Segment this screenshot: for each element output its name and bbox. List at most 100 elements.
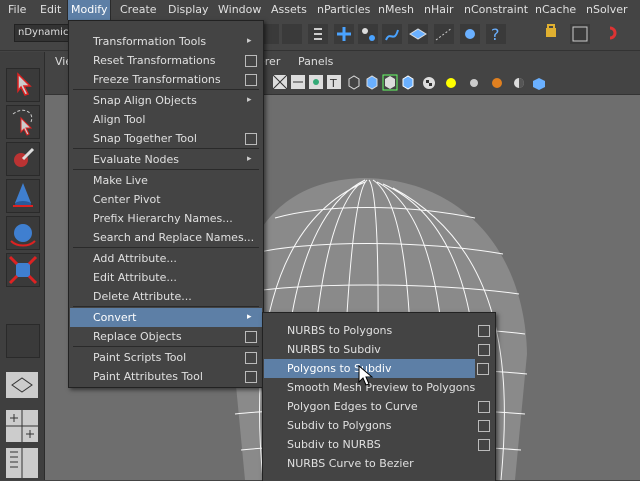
menu-edit[interactable]: Edit — [37, 0, 64, 20]
option-box-icon[interactable] — [245, 55, 257, 67]
modify-menu: Transformation Tools ▸ Reset Transformati… — [68, 20, 264, 388]
select-tool[interactable] — [6, 68, 40, 102]
menu-ncache[interactable]: nCache — [532, 0, 579, 20]
menu-item-delete-attribute[interactable]: Delete Attribute... — [70, 287, 262, 306]
menu-nhair[interactable]: nHair — [421, 0, 457, 20]
grid-toggle-icon[interactable] — [272, 74, 288, 90]
option-box-icon[interactable] — [478, 420, 490, 432]
shadows-icon[interactable] — [492, 78, 502, 88]
menu-item-transformation-tools[interactable]: Transformation Tools ▸ — [70, 32, 262, 51]
option-box-icon[interactable] — [478, 401, 490, 413]
menu-nsolver[interactable]: nSolver — [583, 0, 631, 20]
all-lights-icon[interactable] — [470, 79, 478, 87]
svg-text:?: ? — [491, 25, 500, 44]
toolbar-button[interactable] — [282, 24, 302, 44]
option-box-icon[interactable] — [478, 439, 490, 451]
menu-item-nurbs-to-polygons[interactable]: NURBS to Polygons — [264, 321, 494, 340]
perspective-layout-icon — [6, 372, 38, 398]
menu-item-label: NURBS Curve to Bezier — [287, 457, 414, 470]
isolate-select-icon[interactable] — [382, 74, 398, 91]
default-light-icon[interactable] — [446, 78, 456, 88]
menu-item-replace-objects[interactable]: Replace Objects — [70, 327, 262, 346]
menu-file[interactable]: File — [5, 0, 29, 20]
menu-item-label: Subdiv to NURBS — [287, 438, 381, 451]
menu-item-label: Freeze Transformations — [93, 73, 221, 86]
menu-item-snap-together-tool[interactable]: Snap Together Tool — [70, 129, 262, 148]
rotate-tool[interactable] — [6, 216, 40, 250]
shaded-wireframe-icon[interactable] — [402, 75, 414, 90]
menu-item-prefix-hierarchy-names[interactable]: Prefix Hierarchy Names... — [70, 209, 262, 228]
menu-item-subdiv-to-nurbs[interactable]: Subdiv to NURBS — [264, 435, 494, 454]
menu-item-freeze-transformations[interactable]: Freeze Transformations — [70, 70, 262, 89]
option-box-icon[interactable] — [245, 74, 257, 86]
help-icon[interactable]: ? — [486, 24, 506, 44]
texture-icon[interactable] — [309, 75, 323, 89]
menu-item-label: Subdiv to Polygons — [287, 419, 392, 432]
paint-select-tool[interactable] — [6, 142, 40, 176]
scale-tool[interactable] — [6, 253, 40, 287]
select-by-object-icon[interactable] — [358, 24, 378, 44]
menu-item-smooth-mesh-preview-to-polygons[interactable]: Smooth Mesh Preview to Polygons — [264, 378, 494, 397]
snap-to-grid-icon[interactable] — [408, 24, 428, 44]
brush-icon — [14, 147, 35, 167]
menu-item-evaluate-nodes[interactable]: Evaluate Nodes ▸ — [70, 150, 262, 169]
text-overlay-icon[interactable]: T — [327, 75, 341, 90]
option-box-icon[interactable] — [245, 331, 257, 343]
layout-single-pane[interactable] — [6, 372, 38, 398]
menu-item-paint-scripts-tool[interactable]: Paint Scripts Tool — [70, 348, 262, 367]
submenu-arrow-icon: ▸ — [247, 95, 252, 105]
menu-item-paint-attributes-tool[interactable]: Paint Attributes Tool — [70, 367, 262, 386]
menu-item-make-live[interactable]: Make Live — [70, 171, 262, 190]
wireframe-icon[interactable] — [291, 75, 305, 89]
shaded-cube-icon[interactable] — [366, 75, 378, 90]
menu-item-reset-transformations[interactable]: Reset Transformations — [70, 51, 262, 70]
last-tool[interactable] — [6, 324, 40, 358]
select-by-hierarchy-icon[interactable] — [334, 24, 354, 44]
panels-menu[interactable]: Panels — [298, 55, 333, 68]
lock-icon[interactable] — [546, 24, 556, 37]
convert-submenu: NURBS to Polygons NURBS to Subdiv Polygo… — [262, 312, 496, 481]
option-box-icon[interactable] — [477, 363, 489, 375]
layout-outliner-pane[interactable] — [6, 448, 38, 478]
menu-modify[interactable]: Modify — [66, 0, 112, 21]
menu-item-nurbs-to-subdiv[interactable]: NURBS to Subdiv — [264, 340, 494, 359]
menu-item-polygon-edges-to-curve[interactable]: Polygon Edges to Curve — [264, 397, 494, 416]
snap-to-curves-icon[interactable] — [434, 24, 454, 44]
checker-texture-icon[interactable] — [423, 77, 435, 89]
option-box-icon[interactable] — [245, 352, 257, 364]
menu-nconstraint[interactable]: nConstraint — [461, 0, 531, 20]
menu-item-align-tool[interactable]: Align Tool — [70, 110, 262, 129]
menu-item-edit-attribute[interactable]: Edit Attribute... — [70, 268, 262, 287]
menu-nmesh[interactable]: nMesh — [375, 0, 417, 20]
option-box-icon[interactable] — [478, 325, 490, 337]
layout-four-pane[interactable] — [6, 410, 38, 442]
menu-create[interactable]: Create — [117, 0, 160, 20]
menu-nparticles[interactable]: nParticles — [314, 0, 373, 20]
snap-to-points-icon[interactable] — [460, 24, 480, 44]
render-icon[interactable] — [609, 26, 617, 40]
move-tool[interactable] — [6, 179, 40, 213]
menu-item-add-attribute[interactable]: Add Attribute... — [70, 249, 262, 268]
menu-item-label: Transformation Tools — [93, 35, 207, 48]
high-quality-icon[interactable] — [514, 78, 524, 88]
menu-display[interactable]: Display — [165, 0, 212, 20]
menu-item-snap-align-objects[interactable]: Snap Align Objects ▸ — [70, 91, 262, 110]
lasso-tool[interactable] — [6, 105, 40, 139]
menu-window[interactable]: Window — [215, 0, 264, 20]
menu-item-center-pivot[interactable]: Center Pivot — [70, 190, 262, 209]
option-box-icon[interactable] — [478, 344, 490, 356]
menu-assets[interactable]: Assets — [268, 0, 310, 20]
construction-history-icon[interactable] — [570, 24, 590, 44]
option-box-icon[interactable] — [245, 371, 257, 383]
menu-item-label: Make Live — [93, 174, 148, 187]
menu-item-nurbs-curve-to-bezier[interactable]: NURBS Curve to Bezier — [264, 454, 494, 473]
select-by-component-icon[interactable] — [382, 24, 402, 44]
menu-item-label: Reset Transformations — [93, 54, 216, 67]
menu-item-convert[interactable]: Convert ▸ — [70, 308, 262, 327]
menu-item-subdiv-to-polygons[interactable]: Subdiv to Polygons — [264, 416, 494, 435]
option-box-icon[interactable] — [245, 133, 257, 145]
menu-item-search-replace-names[interactable]: Search and Replace Names... — [70, 228, 262, 247]
wireframe-cube-icon[interactable] — [348, 75, 360, 90]
xray-icon[interactable] — [533, 78, 545, 90]
select-mode-icon[interactable] — [308, 24, 328, 44]
